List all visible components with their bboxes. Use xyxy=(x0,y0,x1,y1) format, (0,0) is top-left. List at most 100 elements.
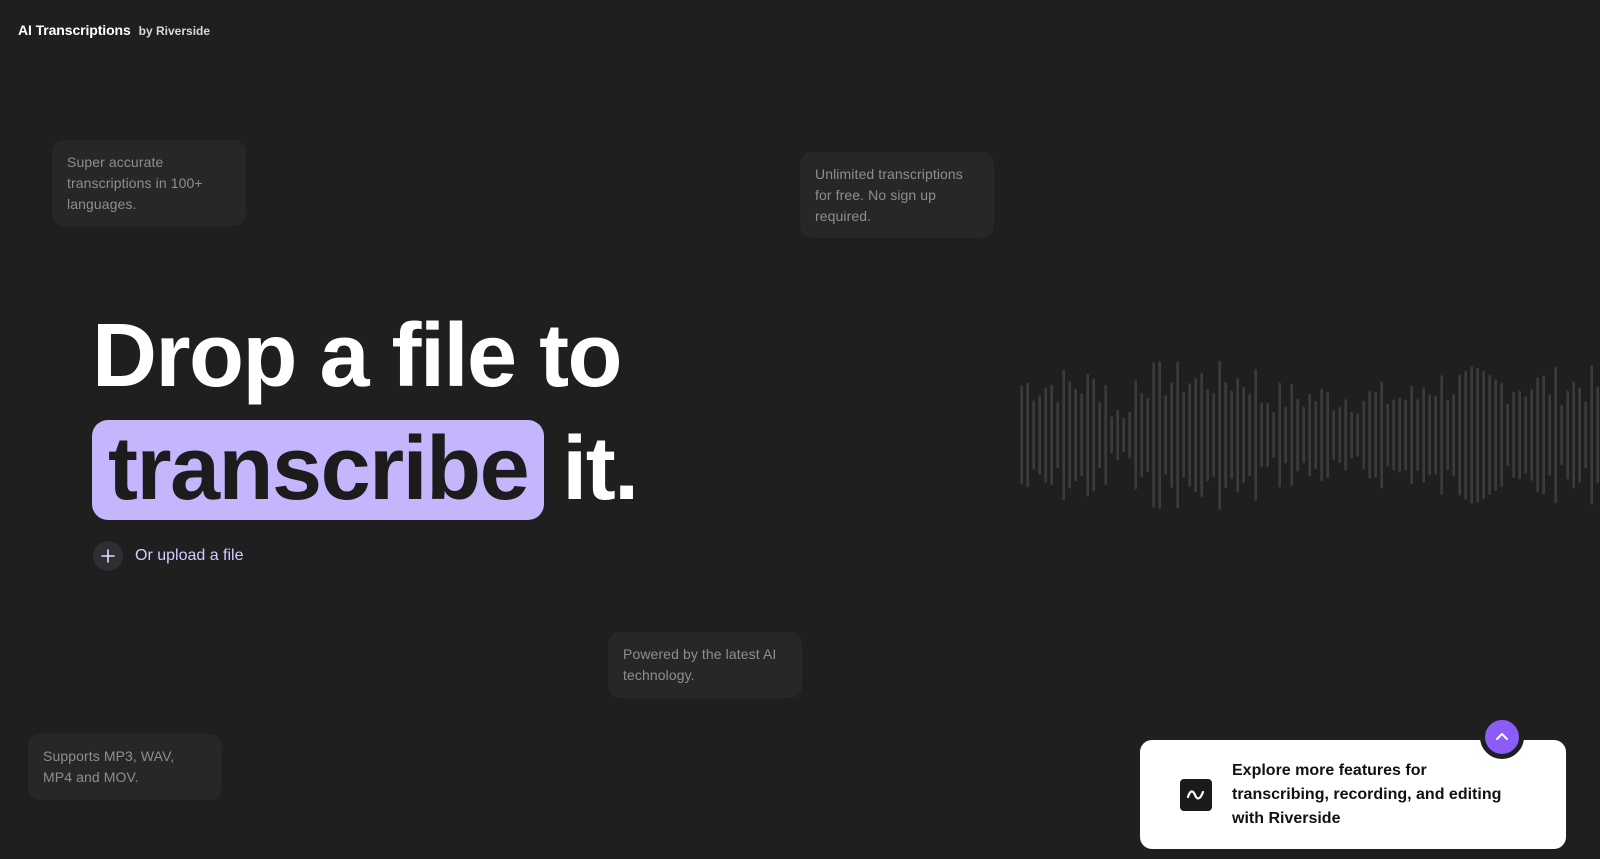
waveform-bar xyxy=(1476,367,1479,503)
waveform-bar xyxy=(1548,394,1551,476)
waveform-bar xyxy=(1542,375,1545,495)
waveform-bar xyxy=(1566,390,1569,480)
chevron-up-icon xyxy=(1495,728,1509,746)
waveform-bar xyxy=(1356,413,1359,457)
headline-line-1: Drop a file to xyxy=(92,306,623,406)
waveform-bar xyxy=(1248,393,1251,477)
feature-card-text: Powered by the latest AI technology. xyxy=(623,646,777,683)
waveform-bar xyxy=(1350,411,1353,459)
waveform-bar xyxy=(1218,360,1221,510)
headline-line-2: transcribe it. xyxy=(92,418,639,521)
waveform-bar xyxy=(1254,369,1257,501)
waveform-bar xyxy=(1134,380,1137,490)
waveform-bar xyxy=(1176,361,1179,509)
feature-card-text: Supports MP3, WAV, MP4 and MOV. xyxy=(43,748,175,785)
waveform-bar xyxy=(1062,369,1065,501)
waveform-bar xyxy=(1044,387,1047,483)
waveform-bar xyxy=(1266,402,1269,468)
waveform-bar xyxy=(1236,378,1239,492)
waveform-bar xyxy=(1188,383,1191,487)
waveform-bar xyxy=(1452,394,1455,476)
waveform-bar xyxy=(1074,388,1077,482)
waveform-bar xyxy=(1284,406,1287,464)
waveform-bar xyxy=(1038,395,1041,475)
waveform-bar xyxy=(1422,387,1425,483)
waveform-bar xyxy=(1434,395,1437,475)
waveform-bar xyxy=(1584,401,1587,469)
waveform-bar xyxy=(1278,382,1281,488)
waveform-bar xyxy=(1158,361,1161,509)
waveform-bar xyxy=(1272,412,1275,458)
waveform-bar xyxy=(1428,394,1431,476)
waveform-bar xyxy=(1092,378,1095,492)
waveform-bar xyxy=(1314,400,1317,470)
waveform-bar xyxy=(1104,385,1107,485)
waveform-bar xyxy=(1410,385,1413,485)
waveform-bar xyxy=(1578,387,1581,483)
waveform-bar xyxy=(1500,382,1503,488)
waveform-bar xyxy=(1464,370,1467,500)
waveform-bar xyxy=(1338,407,1341,463)
collapse-banner-button[interactable] xyxy=(1480,715,1524,759)
waveform-bar xyxy=(1296,398,1299,472)
brand[interactable]: AI Transcriptions by Riverside xyxy=(18,22,210,38)
drop-zone-headline[interactable]: Drop a file to transcribe it. xyxy=(92,306,639,521)
waveform-bar xyxy=(1512,392,1515,478)
upload-file-button[interactable]: Or upload a file xyxy=(93,541,244,571)
waveform-bar xyxy=(1482,370,1485,500)
brand-subtitle: by Riverside xyxy=(138,24,211,38)
waveform-bar xyxy=(1020,385,1023,485)
waveform-bar xyxy=(1488,375,1491,495)
waveform-bar xyxy=(1146,397,1149,473)
waveform-bar xyxy=(1326,392,1329,478)
page: AI Transcriptions by Riverside Super acc… xyxy=(0,0,1600,859)
waveform-bar xyxy=(1368,391,1371,479)
waveform-bar xyxy=(1302,406,1305,464)
waveform-bar xyxy=(1530,389,1533,481)
waveform-bar xyxy=(1032,400,1035,470)
waveform-bar xyxy=(1164,395,1167,475)
waveform-bar xyxy=(1560,404,1563,466)
waveform-bar xyxy=(1398,397,1401,473)
feature-card-text: Super accurate transcriptions in 100+ la… xyxy=(67,154,203,212)
waveform-bar xyxy=(1026,382,1029,488)
riverside-logo-icon xyxy=(1180,778,1212,811)
waveform-bar xyxy=(1440,375,1443,495)
waveform-bar xyxy=(1050,384,1053,486)
waveform-bar xyxy=(1116,409,1119,461)
headline-highlight: transcribe xyxy=(92,419,545,520)
waveform-bar xyxy=(1320,388,1323,482)
plus-icon xyxy=(93,541,123,571)
waveform-bar xyxy=(1206,388,1209,482)
waveform-bar xyxy=(1194,377,1197,493)
waveform-bar xyxy=(1344,399,1347,471)
waveform-bar xyxy=(1572,381,1575,489)
waveform-bar xyxy=(1098,401,1101,469)
headline-tail: it. xyxy=(562,419,639,519)
explore-features-text: Explore more features for transcribing, … xyxy=(1232,761,1502,827)
brand-title: AI Transcriptions xyxy=(18,22,131,38)
feature-card-free: Unlimited transcriptions for free. No si… xyxy=(800,152,994,238)
waveform-bar xyxy=(1128,411,1131,459)
waveform-bar xyxy=(1290,384,1293,486)
waveform-bar xyxy=(1392,399,1395,471)
audio-waveform xyxy=(1020,360,1599,510)
waveform-bar xyxy=(1362,400,1365,470)
waveform-bar xyxy=(1080,393,1083,477)
waveform-bar xyxy=(1122,417,1125,453)
waveform-bar xyxy=(1380,381,1383,489)
waveform-bar xyxy=(1332,410,1335,460)
waveform-bar xyxy=(1518,390,1521,480)
waveform-bar xyxy=(1110,416,1113,454)
waveform-bar xyxy=(1524,396,1527,474)
waveform-bar xyxy=(1152,362,1155,508)
waveform-bar xyxy=(1590,365,1593,505)
waveform-bar xyxy=(1386,403,1389,467)
waveform-bar xyxy=(1470,366,1473,504)
waveform-bar xyxy=(1458,374,1461,496)
waveform-bar xyxy=(1446,399,1449,471)
upload-file-label: Or upload a file xyxy=(135,547,244,564)
waveform-bar xyxy=(1494,379,1497,491)
feature-card-text: Unlimited transcriptions for free. No si… xyxy=(815,166,963,224)
waveform-bar xyxy=(1068,381,1071,489)
